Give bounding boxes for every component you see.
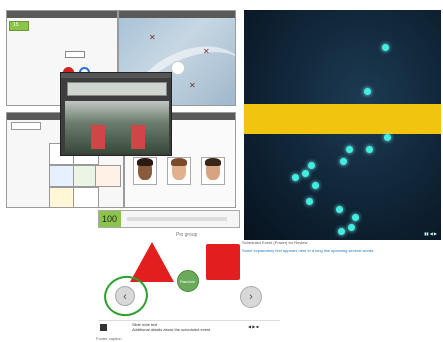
face-image-2[interactable] bbox=[167, 157, 191, 185]
counter-progress bbox=[127, 217, 227, 221]
particle-dot bbox=[312, 182, 319, 189]
slide-title: Pin group bbox=[176, 232, 198, 238]
bird-icon: ✕ bbox=[189, 81, 196, 90]
particle-dot bbox=[352, 214, 359, 221]
face-image-1[interactable] bbox=[133, 157, 157, 185]
particle-dot bbox=[338, 228, 345, 235]
counter-value: 100 bbox=[102, 214, 118, 224]
particle-dot bbox=[364, 88, 371, 95]
side-text-title: Scheduled Event (Power) for Review bbox=[242, 240, 308, 245]
subway-panel-titlebar bbox=[61, 73, 171, 78]
train-left bbox=[91, 125, 105, 149]
prev-arrow-icon: ‹ bbox=[123, 291, 127, 303]
center-circle-label: Random bbox=[180, 279, 196, 284]
quiz-score-chip bbox=[9, 21, 29, 31]
red-triangle[interactable] bbox=[130, 242, 174, 282]
next-arrow-icon: › bbox=[249, 291, 253, 303]
footer-left-caption: Footer caption bbox=[96, 336, 122, 341]
footer-controls[interactable]: ◀ ▶ ■ bbox=[248, 324, 259, 329]
bird-icon: ✕ bbox=[203, 47, 210, 56]
particle-dot bbox=[346, 146, 353, 153]
play-icon[interactable] bbox=[100, 324, 107, 331]
video-controls[interactable]: ▮▮ ◀ ▶ bbox=[424, 231, 437, 236]
grid-image-shovel[interactable] bbox=[73, 187, 99, 207]
next-button[interactable]: › bbox=[240, 286, 262, 308]
quiz-panel-titlebar bbox=[7, 11, 117, 18]
particle-dot bbox=[306, 198, 313, 205]
face-image-3[interactable] bbox=[201, 157, 225, 185]
picture-grid-header bbox=[11, 122, 41, 130]
particle-dot bbox=[302, 170, 309, 177]
particle-dot bbox=[292, 174, 299, 181]
bird-icon: ✕ bbox=[149, 33, 156, 42]
red-square[interactable] bbox=[206, 244, 240, 280]
particle-dot bbox=[348, 224, 355, 231]
particle-dot bbox=[308, 162, 315, 169]
prev-button[interactable]: ‹ bbox=[115, 286, 135, 306]
map-marker[interactable] bbox=[171, 61, 185, 75]
center-circle-button[interactable]: Random bbox=[177, 270, 199, 292]
map-panel-titlebar bbox=[119, 11, 235, 18]
grid-image-sunflower[interactable] bbox=[49, 187, 75, 207]
quiz-score: 15 bbox=[13, 22, 19, 28]
particle-dot bbox=[366, 146, 373, 153]
train-right bbox=[131, 125, 145, 149]
particle-dot bbox=[384, 134, 391, 141]
quiz-prompt-box bbox=[65, 51, 85, 58]
grid-image-bucket[interactable] bbox=[49, 165, 75, 187]
grid-image-carrot[interactable] bbox=[95, 165, 121, 187]
subway-panel bbox=[60, 72, 172, 156]
side-text-body: Some explanatory text appears here in a … bbox=[242, 248, 375, 253]
train-side-view bbox=[67, 82, 167, 96]
counter-bar: 100 bbox=[98, 210, 240, 228]
particle-dot bbox=[382, 44, 389, 51]
footer-line-2: Additional details about the scheduled e… bbox=[132, 327, 211, 332]
particle-video[interactable]: ▮▮ ◀ ▶ bbox=[244, 10, 441, 240]
particle-dot bbox=[340, 158, 347, 165]
slide-footer: Slide note text Additional details about… bbox=[98, 320, 280, 334]
particle-dot bbox=[336, 206, 343, 213]
video-caption-band bbox=[244, 104, 441, 134]
tunnel-view bbox=[65, 101, 169, 153]
